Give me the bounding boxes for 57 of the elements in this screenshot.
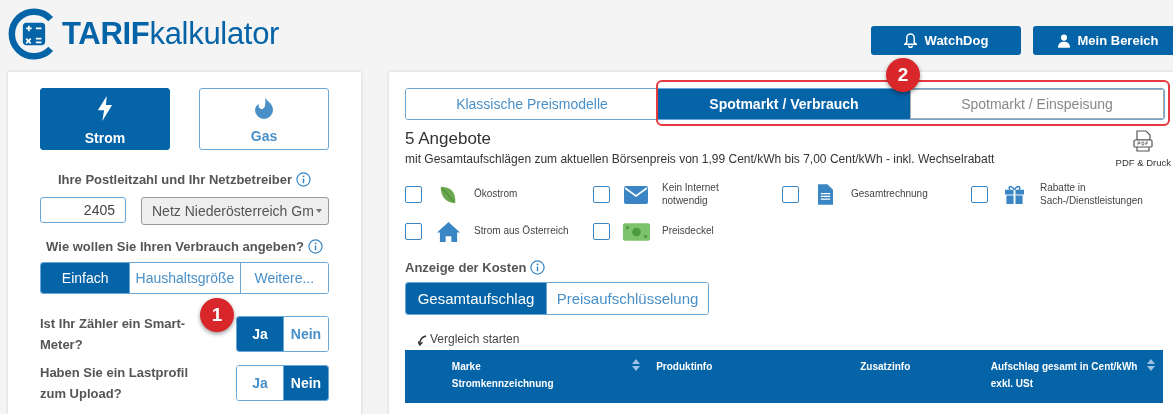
section-label: Anzeige der Kosten (405, 260, 527, 275)
filter-checkbox[interactable] (405, 186, 422, 203)
curved-arrow-icon (418, 335, 427, 346)
column-header[interactable]: Marke Stromkennzeichnung (451, 358, 554, 392)
offers-description: mit Gesamtaufschlägen zum aktuellen Börsenpreis von 1,99 Cent/kWh bis 7,00 Cent/kWh - inkl. Wechselrabatt (405, 152, 995, 166)
info-icon (530, 260, 546, 275)
logo-text: TARIFkalkulator (62, 16, 280, 52)
column-header[interactable]: Zusatzinfo (860, 358, 911, 375)
leaf-icon (438, 184, 458, 205)
filter-checkbox[interactable] (405, 223, 422, 240)
filter-label: Preisdeckel (662, 225, 715, 238)
segment-button[interactable]: Ja (237, 317, 283, 351)
question-text: Ist Ihr Zähler ein Smart-Meter? (40, 315, 187, 355)
watchdog-button[interactable]: WatchDog (871, 26, 1021, 55)
energy-type-button[interactable]: Strom (40, 88, 170, 150)
segment-button[interactable]: Nein (283, 317, 328, 351)
envelope-icon (624, 185, 648, 204)
section-label: Wie wollen Sie Ihren Verbrauch angeben? (46, 239, 304, 254)
grid-operator-dropdown[interactable]: Netz Niederösterreich Gm (141, 197, 329, 225)
tab[interactable]: Spotmarkt / Einspeisung (910, 89, 1164, 119)
compare-hint: Vergleich starten (430, 332, 520, 346)
tab[interactable]: Spotmarkt / Verbrauch (658, 89, 910, 119)
postcode-field[interactable]: 2405 (40, 197, 126, 223)
filter-label: Rabatte in Sach-/Dienstleistungen (1040, 182, 1144, 207)
info-icon (307, 239, 323, 254)
filter-label: Strom aus Österreich (474, 225, 570, 238)
segment-button[interactable]: Einfach (41, 263, 130, 293)
bell-icon (903, 33, 917, 48)
segment-button[interactable]: Preisaufschlüsselung (546, 283, 708, 314)
segment-button[interactable]: Weitere... (239, 263, 328, 293)
account-button[interactable]: Mein Bereich (1033, 26, 1173, 55)
filter-label: Ökostrom (474, 188, 519, 201)
filter-checkbox[interactable] (971, 186, 988, 203)
question-text: Haben Sie ein Lastprofil zum Upload? (40, 363, 190, 404)
lightning-bolt-icon (96, 95, 114, 121)
column-header[interactable]: Produktinfo (656, 358, 713, 375)
segment-button[interactable]: Gesamtaufschlag (406, 283, 546, 314)
pdf-icon (1132, 130, 1155, 152)
document-icon (817, 184, 833, 205)
filter-label: Gesamtrechnung (851, 188, 929, 201)
house-icon (436, 221, 460, 242)
filter-label: Kein Internet notwendig (662, 182, 720, 207)
offers-count: 5 Angebote (405, 129, 493, 149)
step-number-badge: 2 (886, 58, 920, 92)
section-label: Ihre Postleitzahl und Ihr Netzbetreiber (57, 172, 292, 187)
info-icon (296, 172, 311, 187)
filter-checkbox[interactable] (782, 186, 799, 203)
energy-type-button[interactable]: Gas (199, 88, 329, 150)
filter-checkbox[interactable] (593, 223, 610, 240)
user-icon (1057, 33, 1070, 48)
segment-button[interactable]: Nein (283, 365, 328, 400)
pdf-print-link[interactable]: PDF & Druck (1115, 157, 1171, 168)
column-header[interactable]: Aufschlag gesamt in Cent/kWh exkl. USt (990, 358, 1138, 392)
filter-checkbox[interactable] (593, 186, 610, 203)
gift-icon (1003, 185, 1025, 204)
drop-icon (254, 97, 274, 119)
banknote-icon (622, 222, 650, 241)
